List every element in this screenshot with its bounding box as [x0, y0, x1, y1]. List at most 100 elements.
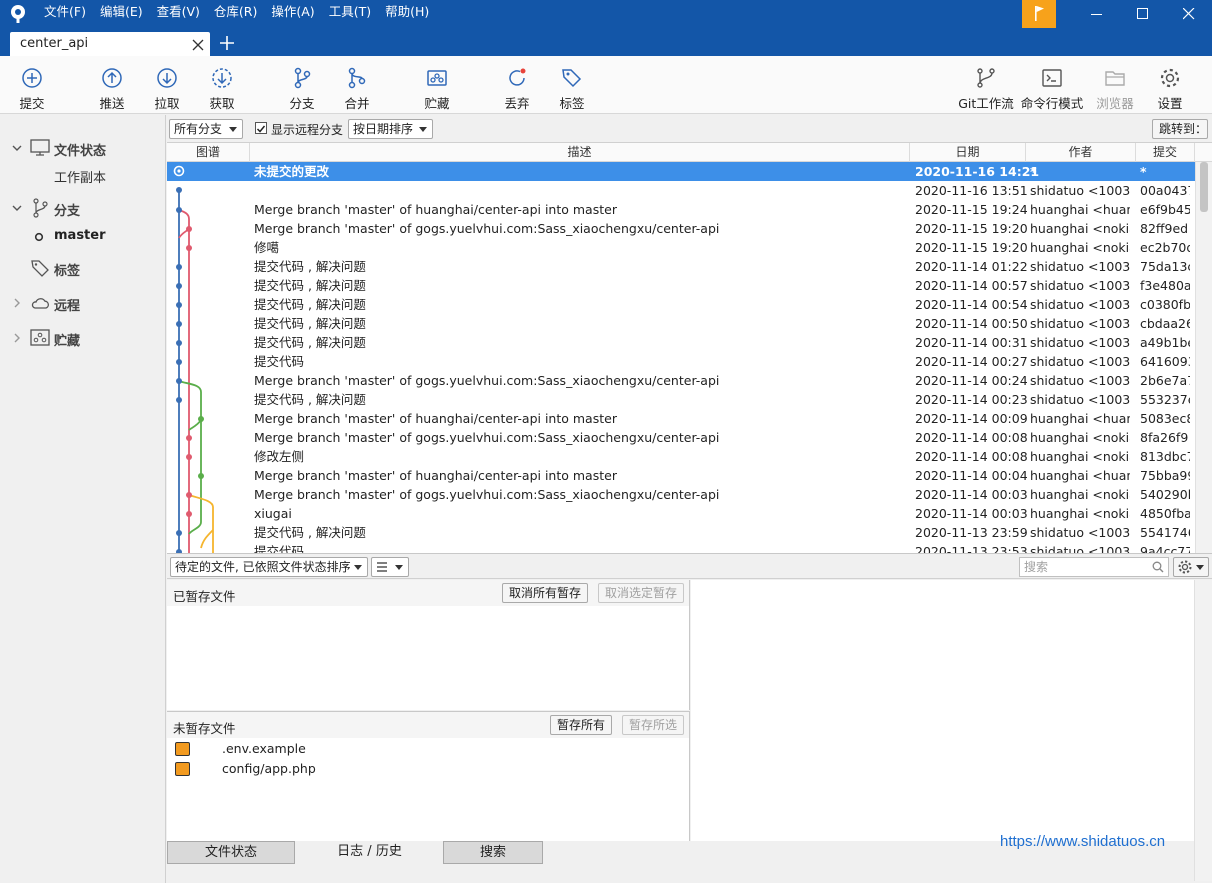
chevron-right-icon[interactable] — [12, 333, 22, 343]
commit-row[interactable]: 修噶 2020-11-15 19:20 huanghai <nokia ec2b70d — [167, 238, 1195, 257]
settings-button[interactable]: 设置 — [1150, 56, 1190, 114]
stage-selected-button[interactable]: 暂存所选 — [622, 715, 685, 735]
commit-row[interactable]: xiugai 2020-11-14 00:03 huanghai <nokia 485… — [167, 504, 1195, 523]
search-icon[interactable] — [1152, 561, 1164, 573]
tab-search[interactable]: 搜索 — [443, 841, 543, 864]
close-icon[interactable] — [192, 39, 204, 51]
file-name: .env.example — [222, 741, 306, 756]
show-remote-checkbox[interactable] — [255, 122, 267, 134]
commit-row[interactable]: 提交代码 , 解决问题 2020-11-14 00:54 shidatuo <100… — [167, 295, 1195, 314]
tag-icon — [31, 260, 49, 277]
maximize-button[interactable] — [1120, 0, 1166, 28]
add-tab-icon[interactable] — [218, 34, 236, 52]
stash-button[interactable]: 贮藏 — [417, 56, 457, 114]
graph-lanes — [178, 190, 214, 553]
unstage-all-button[interactable]: 取消所有暂存 — [502, 583, 589, 603]
sidebar-item-master[interactable]: master — [0, 225, 166, 249]
jump-to-button[interactable]: 跳转到： — [1152, 119, 1208, 139]
commit-row[interactable]: 提交代码 , 解决问题 2020-11-13 23:59 shidatuo <100… — [167, 523, 1195, 542]
staged-title: 已暂存文件 — [173, 589, 236, 604]
sort-order-select[interactable]: 按日期排序 — [348, 119, 433, 139]
chevron-down-icon[interactable] — [12, 203, 22, 213]
col-graph[interactable]: 图谱 — [167, 143, 250, 162]
terminal-button[interactable]: 命令行模式 — [1020, 56, 1084, 114]
view-mode-select[interactable] — [371, 557, 409, 577]
stage-all-button[interactable]: 暂存所有 — [550, 715, 613, 735]
commit-row[interactable]: 提交代码 , 解决问题 2020-11-14 00:23 shidatuo <100… — [167, 390, 1195, 409]
minimize-button[interactable] — [1074, 0, 1120, 28]
diff-scrollbar[interactable] — [1194, 580, 1212, 881]
explorer-button[interactable]: 浏览器 — [1092, 56, 1138, 114]
menu-actions[interactable]: 操作(A) — [271, 0, 320, 24]
commit-row[interactable]: 提交代码 , 解决问题 2020-11-14 00:50 shidatuo <100… — [167, 314, 1195, 333]
merge-button[interactable]: 合并 — [337, 56, 377, 114]
file-options-dropdown[interactable] — [1173, 557, 1209, 577]
current-branch-icon — [34, 232, 44, 242]
menu-tools[interactable]: 工具(T) — [329, 0, 377, 24]
log-scrollbar-thumb[interactable] — [1200, 162, 1208, 212]
commit-date: 2020-11-14 01:22 — [915, 259, 1028, 274]
tab-file-status[interactable]: 文件状态 — [167, 841, 295, 864]
log-scrollbar[interactable] — [1195, 162, 1212, 553]
commit-row[interactable]: 提交代码 , 解决问题 2020-11-14 00:31 shidatuo <100… — [167, 333, 1195, 352]
commit-row[interactable]: 提交代码 , 解决问题 2020-11-14 00:57 shidatuo <100… — [167, 276, 1195, 295]
sidebar-remotes[interactable]: 远程 — [0, 292, 166, 316]
commit-description: 未提交的更改 — [254, 164, 330, 179]
commit-hash: 8fa26f9 — [1140, 430, 1189, 445]
col-commit[interactable]: 提交 — [1136, 143, 1195, 162]
commit-row[interactable]: Merge branch 'master' of huanghai/center… — [167, 466, 1195, 485]
sidebar-tags[interactable]: 标签 — [0, 257, 166, 281]
menu-repository[interactable]: 仓库(R) — [214, 0, 263, 24]
diff-view — [691, 580, 1194, 841]
sidebar-file-status[interactable]: 文件状态 — [0, 137, 166, 161]
commit-row[interactable]: Merge branch 'master' of gogs.yuelvhui.c… — [167, 219, 1195, 238]
commit-button[interactable]: 提交 — [12, 56, 52, 114]
commit-description: 提交代码 , 解决问题 — [254, 259, 366, 274]
commit-row[interactable]: 修改左侧 2020-11-14 00:08 huanghai <nokia 813db… — [167, 447, 1195, 466]
commit-row[interactable]: Merge branch 'master' of gogs.yuelvhui.c… — [167, 428, 1195, 447]
commit-row[interactable]: Merge branch 'master' of huanghai/center… — [167, 200, 1195, 219]
col-date[interactable]: 日期 — [910, 143, 1026, 162]
sidebar-item-working-copy[interactable]: 工作副本 — [0, 164, 166, 188]
pull-button[interactable]: 拉取 — [147, 56, 187, 114]
unstage-selected-button[interactable]: 取消选定暂存 — [598, 583, 685, 603]
file-status-bar: 待定的文件, 已依照文件状态排序 搜索 — [167, 553, 1212, 579]
file-sort-select[interactable]: 待定的文件, 已依照文件状态排序 — [170, 557, 368, 577]
commit-row[interactable]: masterorigin/master提交代码 ， 解决问题2020-11-16… — [167, 181, 1195, 200]
flag-button[interactable] — [1022, 0, 1056, 28]
commit-row[interactable]: Merge branch 'master' of gogs.yuelvhui.c… — [167, 485, 1195, 504]
menu-edit[interactable]: 编辑(E) — [100, 0, 149, 24]
commit-row[interactable]: Merge branch 'master' of huanghai/center… — [167, 409, 1195, 428]
chevron-down-icon[interactable] — [12, 143, 22, 153]
commit-row[interactable]: 未提交的更改 2020-11-16 14:21 * * — [167, 162, 1195, 181]
sidebar-branches[interactable]: 分支 — [0, 197, 166, 221]
close-window-button[interactable] — [1166, 0, 1212, 28]
gitflow-button[interactable]: Git工作流 — [955, 56, 1017, 114]
menu-file[interactable]: 文件(F) — [44, 0, 92, 24]
commit-row[interactable]: 提交代码 2020-11-13 23:53 shidatuo <10032 9a4cc… — [167, 542, 1195, 553]
repo-tab[interactable]: center_api — [10, 32, 210, 56]
sidebar-stashes[interactable]: 贮藏 — [0, 327, 166, 351]
menu-help[interactable]: 帮助(H) — [385, 0, 435, 24]
menu-view[interactable]: 查看(V) — [157, 0, 206, 24]
search-input[interactable]: 搜索 — [1019, 557, 1169, 577]
tag-button[interactable]: 标签 — [552, 56, 592, 114]
commit-row[interactable]: Merge branch 'master' of gogs.yuelvhui.c… — [167, 371, 1195, 390]
col-author[interactable]: 作者 — [1026, 143, 1136, 162]
merge-icon — [348, 67, 366, 89]
chevron-right-icon[interactable] — [12, 298, 22, 308]
commit-row[interactable]: 提交代码 , 解决问题 2020-11-14 01:22 shidatuo <100… — [167, 257, 1195, 276]
commit-row[interactable]: 提交代码 2020-11-14 00:27 shidatuo <10032 64160… — [167, 352, 1195, 371]
col-description[interactable]: 描述 — [250, 143, 910, 162]
commit-author: shidatuo <10032 — [1030, 183, 1130, 198]
fetch-button[interactable]: 获取 — [202, 56, 242, 114]
push-button[interactable]: 推送 — [92, 56, 132, 114]
discard-button[interactable]: 丢弃 — [497, 56, 537, 114]
unstaged-file-row[interactable]: .env.example — [167, 739, 689, 759]
commit-description: 提交代码 , 解决问题 — [254, 278, 366, 293]
discard-icon — [509, 68, 526, 86]
tab-log-history[interactable]: 日志 / 历史 — [297, 841, 442, 864]
branch-button[interactable]: 分支 — [282, 56, 322, 114]
unstaged-file-row[interactable]: config/app.php — [167, 759, 689, 779]
branch-filter-select[interactable]: 所有分支 — [169, 119, 243, 139]
